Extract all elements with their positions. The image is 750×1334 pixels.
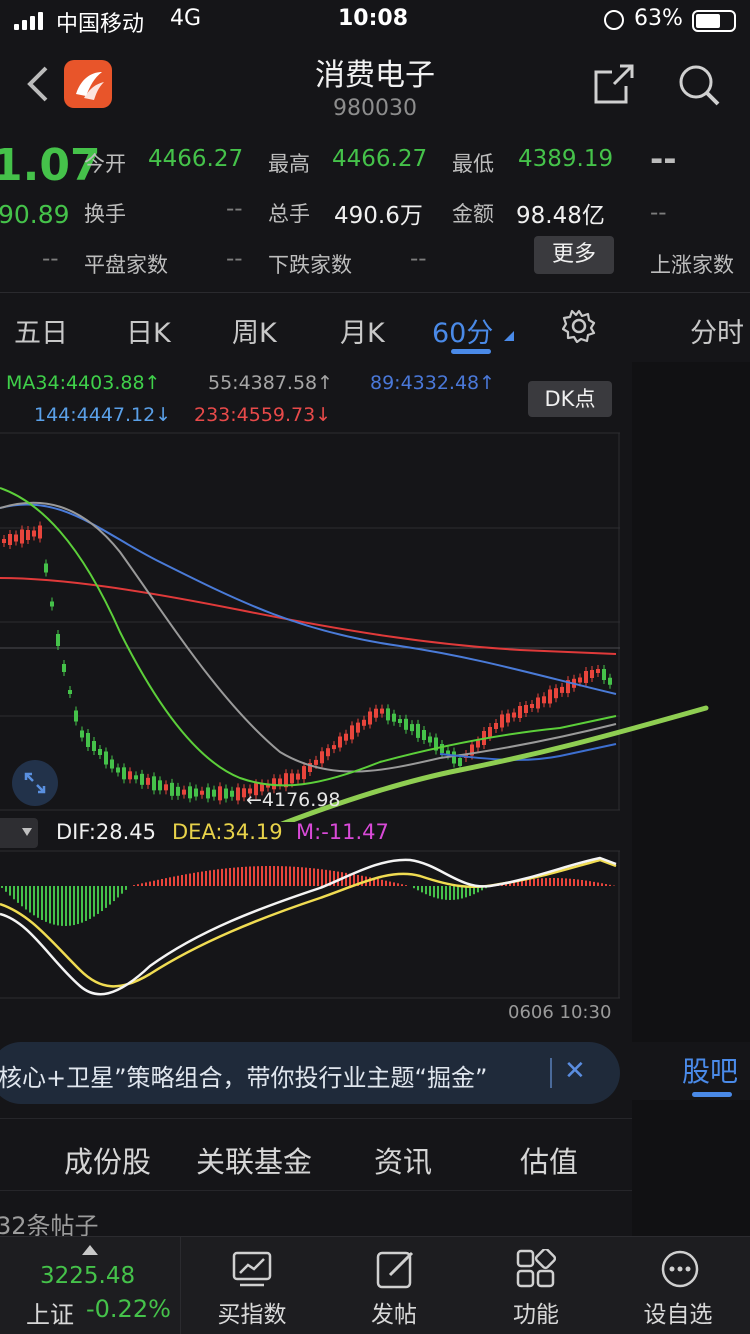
tab-intraday[interactable]: 分时 — [690, 311, 744, 350]
right-pane — [632, 1100, 750, 1240]
share-icon[interactable] — [592, 62, 636, 106]
header: 消费电子 980030 — [0, 40, 750, 130]
search-icon[interactable] — [676, 62, 722, 108]
guba-tab-indicator — [692, 1092, 732, 1097]
ma233-label: 233:4559.73↓ — [194, 404, 332, 426]
volume-label: 总手 — [268, 202, 310, 226]
indicator-select[interactable] — [0, 818, 38, 848]
down-count-label: 下跌家数 — [268, 253, 352, 277]
clock: 10:08 — [338, 6, 409, 31]
rotation-lock-icon — [604, 10, 624, 30]
sh-index-change[interactable]: -0.22% — [86, 1295, 171, 1323]
ma233-line — [0, 577, 617, 655]
min-price-marker: ←4176.98 — [246, 789, 341, 811]
more-button[interactable]: 更多 — [534, 236, 614, 274]
tab-60-min[interactable]: 60分 — [432, 311, 493, 350]
signal-icon — [14, 12, 48, 30]
page-title: 消费电子 — [315, 58, 435, 93]
functions-button[interactable]: 功能 — [466, 1295, 606, 1329]
ma144-line — [0, 503, 617, 695]
unchanged-count-value: -- — [410, 246, 427, 272]
expand-up-icon[interactable] — [82, 1245, 98, 1255]
tab-related-funds[interactable]: 关联基金 — [196, 1139, 312, 1181]
time-axis-label: 0606 10:30 — [508, 1002, 612, 1023]
price-change: 90.89 — [0, 200, 70, 229]
up-count-label: 上涨家数 — [650, 253, 734, 277]
flat-count-label: 平盘家数 — [84, 253, 168, 277]
buy-index-button[interactable]: 买指数 — [182, 1295, 322, 1329]
dk-point-button[interactable]: DK点 — [528, 381, 612, 417]
post-button[interactable]: 发帖 — [324, 1295, 464, 1329]
kline-chart[interactable]: ←4176.98 — [0, 432, 750, 822]
macd-histogram — [1, 866, 615, 926]
battery-percent: 63% — [634, 6, 683, 31]
turnover-label: 换手 — [84, 202, 126, 226]
index-code: 980030 — [333, 96, 417, 121]
grid-functions-icon — [516, 1249, 556, 1288]
battery-icon — [692, 10, 736, 32]
ma34-label: MA34:4403.88↑ — [6, 372, 161, 394]
ma144-label: 144:4447.12↓ — [34, 404, 172, 426]
settings-gear-icon[interactable] — [562, 309, 596, 343]
info-tabs: 成份股 关联基金 资讯 估值 — [0, 1118, 632, 1190]
tab-month-k[interactable]: 月K — [340, 311, 385, 350]
period-tabs: 五日 日K 周K 月K 60分 分时 — [0, 292, 750, 362]
close-icon[interactable]: ✕ — [564, 1056, 586, 1086]
dif-label: DIF:28.45 — [56, 820, 157, 844]
add-watchlist-button[interactable]: 设自选 — [608, 1295, 748, 1329]
volume-value: 490.6万 — [334, 203, 423, 229]
tab-week-k[interactable]: 周K — [232, 311, 277, 350]
turnover-value: -- — [226, 196, 243, 222]
open-value: 4466.27 — [148, 146, 244, 172]
candles — [2, 521, 612, 805]
banner-text: 核心+卫星”策略组合，带你投行业主题“掘金” — [0, 1064, 488, 1092]
down-count-value: -- — [226, 246, 243, 272]
more-dots-icon — [661, 1250, 699, 1288]
ma89-label: 89:4332.48↑ — [370, 372, 496, 394]
tab-five-day[interactable]: 五日 — [14, 311, 68, 350]
macd-chart[interactable] — [0, 850, 622, 1000]
ma55-line — [0, 501, 617, 773]
open-label: 今开 — [84, 152, 126, 176]
up-count-value: -- — [650, 200, 667, 226]
amount-value: 98.48亿 — [516, 203, 605, 229]
dif-line — [0, 856, 617, 996]
carrier-name: 中国移动 — [56, 12, 145, 37]
amount-label: 金额 — [452, 202, 494, 226]
high-label: 最高 — [268, 152, 310, 176]
bottom-bar: 3225.48 上证 -0.22% 买指数 发帖 功能 设自选 — [0, 1236, 750, 1334]
chevron-down-icon — [22, 828, 32, 836]
tab-components[interactable]: 成份股 — [64, 1139, 151, 1181]
dropdown-triangle-icon — [504, 331, 514, 341]
tab-news[interactable]: 资讯 — [374, 1139, 432, 1181]
low-label: 最低 — [452, 152, 494, 176]
high-value: 4466.27 — [332, 146, 428, 172]
fullscreen-button[interactable] — [12, 760, 58, 806]
low-value: 4389.19 — [518, 146, 614, 172]
ma34-line — [0, 487, 617, 787]
bottom-divider — [180, 1237, 181, 1334]
macd-m-label: M:-11.47 — [296, 820, 389, 844]
sh-index-value[interactable]: 3225.48 — [40, 1263, 135, 1289]
status-bar: 中国移动 4G 10:08 63% — [0, 0, 750, 40]
banner-divider — [550, 1058, 552, 1088]
ma55-label: 55:4387.58↑ — [208, 372, 334, 394]
tab-day-k[interactable]: 日K — [126, 311, 171, 350]
active-tab-indicator — [451, 349, 491, 354]
placeholder-value: -- — [650, 140, 677, 178]
tab-valuation[interactable]: 估值 — [520, 1139, 578, 1181]
expand-icon — [24, 772, 46, 794]
tab-guba[interactable]: 股吧 — [682, 1050, 738, 1090]
flat-count-value: -- — [42, 246, 59, 272]
divider — [0, 1190, 632, 1191]
edit-post-icon — [376, 1251, 414, 1289]
network-type: 4G — [170, 6, 202, 31]
sh-index-name[interactable]: 上证 — [26, 1295, 74, 1330]
dea-label: DEA:34.19 — [172, 820, 283, 844]
buy-index-icon — [232, 1251, 272, 1287]
promo-banner[interactable]: 核心+卫星”策略组合，带你投行业主题“掘金” ✕ — [0, 1042, 620, 1104]
